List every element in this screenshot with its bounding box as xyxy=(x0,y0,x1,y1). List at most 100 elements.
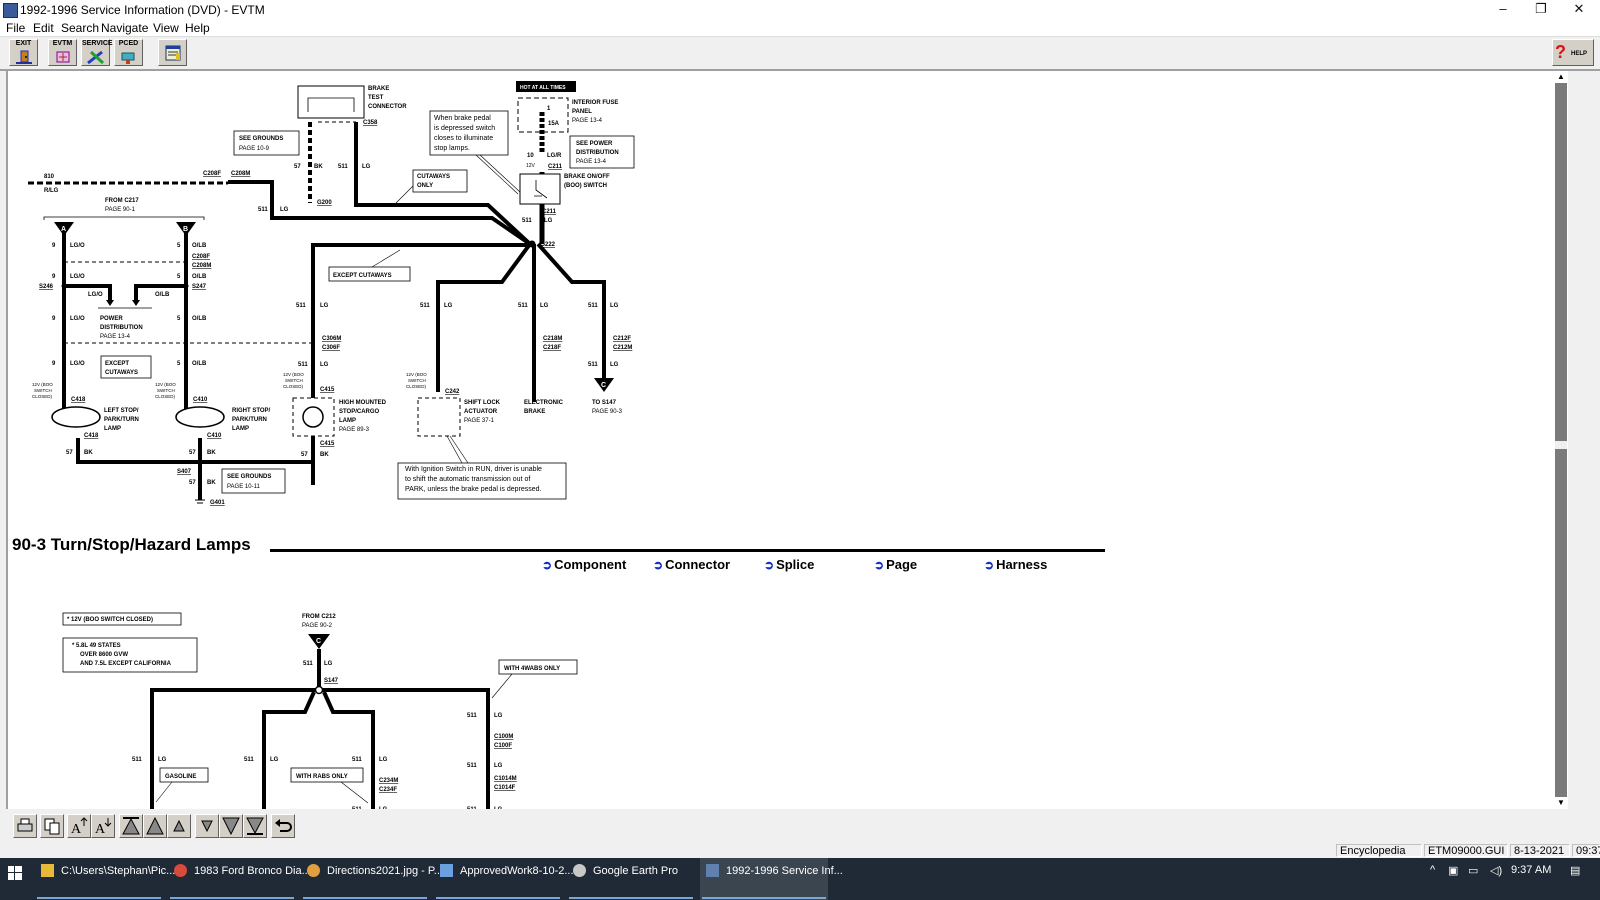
show-hidden-icons-icon[interactable]: ^ xyxy=(1430,864,1435,876)
back-button[interactable] xyxy=(271,814,295,838)
document-button[interactable] xyxy=(158,39,187,66)
ground-g401[interactable]: G401 xyxy=(210,500,225,506)
connector-c234m[interactable]: C234M xyxy=(379,778,398,784)
clock[interactable]: 9:37 AM xyxy=(1511,864,1551,876)
scroll-down-arrow-icon[interactable]: ▼ xyxy=(1555,797,1567,809)
last-page-button[interactable] xyxy=(243,814,267,838)
service-button[interactable]: SERVICE xyxy=(81,39,113,66)
legend-connector[interactable]: ➲ Connector xyxy=(653,557,730,572)
start-button[interactable] xyxy=(8,866,22,880)
volume-icon[interactable]: ◁) xyxy=(1490,864,1502,877)
menu-help[interactable]: Help xyxy=(185,21,210,35)
legend-harness[interactable]: ➲ Harness xyxy=(984,557,1047,572)
exit-button[interactable]: EXIT xyxy=(9,39,38,66)
page-link[interactable]: PAGE 13-4 xyxy=(100,334,131,340)
legend-splice[interactable]: ➲ Splice xyxy=(764,557,814,572)
shift-lock-actuator[interactable] xyxy=(417,397,461,437)
wire-color: BK xyxy=(207,480,216,486)
next-item-button[interactable] xyxy=(195,814,219,838)
splice-s407[interactable] xyxy=(197,459,203,465)
print-button[interactable] xyxy=(13,814,37,838)
evtm-button[interactable]: EVTM xyxy=(48,39,77,66)
network-icon[interactable]: ▭ xyxy=(1468,864,1478,877)
connector-c211[interactable]: C211 xyxy=(548,164,563,170)
connector-c234f[interactable]: C234F xyxy=(379,787,397,793)
font-smaller-button[interactable]: A xyxy=(91,814,115,838)
connector-c306m[interactable]: C306M xyxy=(322,336,341,342)
connector-c410[interactable]: C410 xyxy=(193,397,208,403)
boo-switch[interactable] xyxy=(519,173,561,205)
previous-item-button[interactable] xyxy=(167,814,191,838)
taskbar-item-google-earth[interactable]: Google Earth Pro xyxy=(567,858,695,900)
splice-s147[interactable] xyxy=(314,685,324,695)
legend-page[interactable]: ➲ Page xyxy=(874,557,917,572)
page-link[interactable]: PAGE 13-4 xyxy=(572,118,603,124)
previous-page-button[interactable] xyxy=(143,814,167,838)
font-larger-button[interactable]: A xyxy=(67,814,91,838)
connector-c211[interactable]: C211 xyxy=(542,209,557,215)
connector-c100f[interactable]: C100F xyxy=(494,743,512,749)
page-link[interactable]: PAGE 89-3 xyxy=(339,427,370,433)
connector-c208f[interactable]: C208F xyxy=(192,254,210,260)
help-button[interactable]: ? HELP xyxy=(1552,39,1594,66)
splice-s222-label[interactable]: S222 xyxy=(541,242,556,248)
menu-search[interactable]: Search xyxy=(61,21,99,35)
connector-c358[interactable]: C358 xyxy=(363,120,378,126)
connector-c212m[interactable]: C212M xyxy=(613,345,632,351)
pced-button[interactable]: PCED xyxy=(114,39,143,66)
taskbar-item-paint[interactable]: Directions2021.jpg - P... xyxy=(301,858,443,900)
label: ONLY xyxy=(417,183,433,189)
scroll-up-arrow-icon[interactable]: ▲ xyxy=(1555,71,1567,83)
connector-c415[interactable]: C415 xyxy=(320,387,335,393)
ground-g200[interactable]: G200 xyxy=(317,200,332,206)
splice-s246[interactable]: S246 xyxy=(39,284,54,290)
page-link[interactable]: PAGE 37-1 xyxy=(464,418,495,424)
scroll-thumb[interactable] xyxy=(1555,441,1567,449)
connector-c418[interactable]: C418 xyxy=(84,433,99,439)
meet-now-icon[interactable]: ▣ xyxy=(1448,864,1458,877)
splice-s407-label[interactable]: S407 xyxy=(177,469,192,475)
connector-c208f[interactable]: C208F xyxy=(203,171,221,177)
connector-c410[interactable]: C410 xyxy=(207,433,222,439)
splice-s222[interactable] xyxy=(528,240,536,248)
taskbar-item-explorer[interactable]: C:\Users\Stephan\Pic... xyxy=(35,858,175,900)
left-stop-lamp[interactable] xyxy=(51,406,101,428)
connector-c242[interactable]: C242 xyxy=(445,389,460,395)
page-link[interactable]: PAGE 90-1 xyxy=(105,207,136,213)
page-link[interactable]: PAGE 90-2 xyxy=(302,623,333,629)
taskbar-item-evtm[interactable]: 1992-1996 Service Inf... xyxy=(700,858,843,900)
splice-s147-label[interactable]: S147 xyxy=(324,678,339,684)
splice-s247[interactable]: S247 xyxy=(192,284,207,290)
connector-c212f[interactable]: C212F xyxy=(613,336,631,342)
connector-c418[interactable]: C418 xyxy=(71,397,86,403)
connector-c306f[interactable]: C306F xyxy=(322,345,340,351)
menu-view[interactable]: View xyxy=(153,21,179,35)
wire-num: 9 xyxy=(52,361,56,367)
legend-component[interactable]: ➲ Component xyxy=(542,557,626,572)
page-link[interactable]: PAGE 10-9 xyxy=(239,146,270,152)
connector-c1014m[interactable]: C1014M xyxy=(494,776,517,782)
taskbar-item-chrome[interactable]: 1983 Ford Bronco Dia... xyxy=(168,858,311,900)
page-link[interactable]: PAGE 13-4 xyxy=(576,159,607,165)
vertical-scrollbar[interactable]: ▲ ▼ xyxy=(1554,71,1568,809)
menu-navigate[interactable]: Navigate xyxy=(101,21,148,35)
connector-c1014f[interactable]: C1014F xyxy=(494,785,516,791)
taskbar-item-document[interactable]: ApprovedWork8-10-2... xyxy=(434,858,574,900)
page-link[interactable]: PAGE 10-11 xyxy=(227,484,260,490)
connector-c208m[interactable]: C208M xyxy=(231,171,250,177)
close-button[interactable]: ✕ xyxy=(1556,0,1600,20)
next-page-button[interactable] xyxy=(219,814,243,838)
connector-c218m[interactable]: C218M xyxy=(543,336,562,342)
connector-c208m[interactable]: C208M xyxy=(192,263,211,269)
connector-c415[interactable]: C415 xyxy=(320,441,335,447)
first-page-button[interactable] xyxy=(119,814,143,838)
menu-file[interactable]: File xyxy=(6,21,25,35)
connector-c100m[interactable]: C100M xyxy=(494,734,513,740)
notifications-icon[interactable]: ▤ xyxy=(1570,864,1580,877)
connector-c218f[interactable]: C218F xyxy=(543,345,561,351)
right-stop-lamp[interactable] xyxy=(175,406,225,428)
menu-edit[interactable]: Edit xyxy=(33,21,54,35)
page-link[interactable]: PAGE 90-3 xyxy=(592,409,623,415)
copy-button[interactable] xyxy=(40,814,64,838)
scroll-track[interactable] xyxy=(1555,83,1567,797)
